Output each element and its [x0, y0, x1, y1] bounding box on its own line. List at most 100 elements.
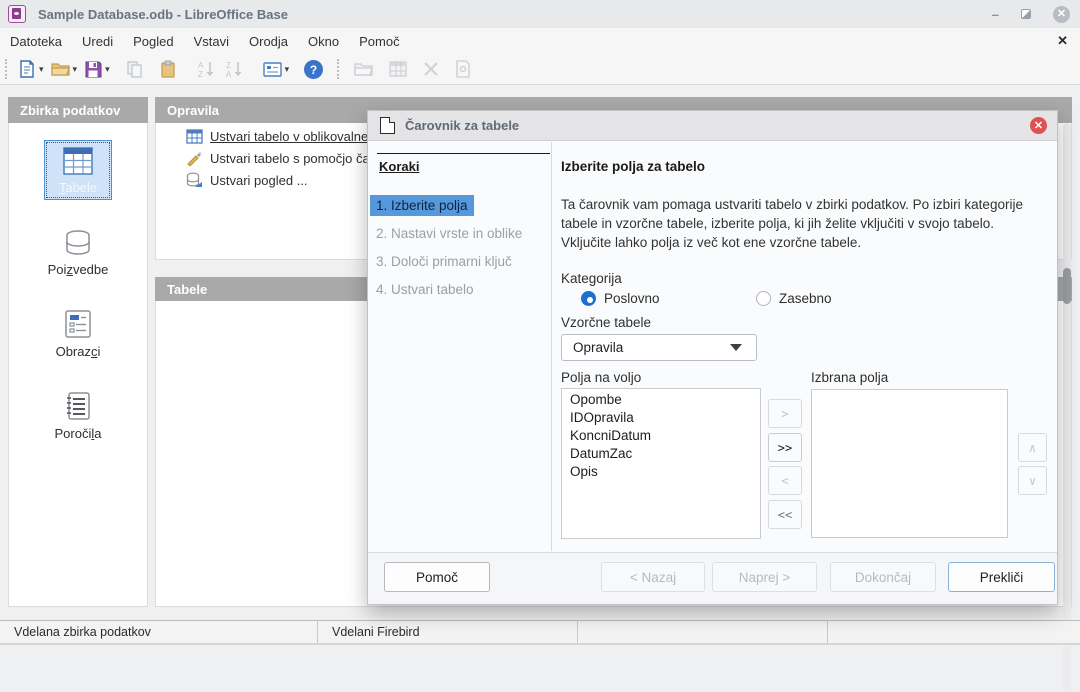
paste-icon — [158, 59, 178, 79]
menu-pogled[interactable]: Pogled — [123, 30, 183, 53]
list-item[interactable]: Opombe — [562, 389, 760, 409]
restore-icon[interactable] — [1021, 9, 1031, 19]
sample-tables-value: Opravila — [573, 340, 623, 355]
menu-datoteka[interactable]: Datoteka — [0, 30, 72, 53]
window-title: Sample Database.odb - LibreOffice Base — [38, 7, 288, 22]
copy-icon — [124, 59, 144, 79]
sort-ascending-icon: A Z — [196, 59, 218, 79]
back-button: < Nazaj — [601, 562, 705, 592]
toolbar-grip-icon[interactable] — [337, 59, 342, 79]
form-view-dropdown-arrow-icon[interactable]: ▾ — [285, 64, 290, 75]
status-database-type: Vdelana zbirka podatkov — [0, 621, 318, 643]
titlebar: Sample Database.odb - LibreOffice Base –… — [0, 0, 1080, 28]
sort-ascending-button: A Z — [193, 56, 221, 82]
sidebar-item-queries[interactable]: Poizvedbe — [9, 222, 147, 282]
save-dropdown-arrow-icon[interactable]: ▾ — [105, 64, 110, 75]
dialog-document-icon — [380, 117, 395, 134]
close-icon[interactable]: ✕ — [1053, 6, 1070, 23]
move-up-button: ∧ — [1018, 433, 1047, 462]
roadmap-separator — [377, 153, 550, 154]
form-view-icon — [262, 59, 283, 79]
svg-text:?: ? — [310, 63, 317, 77]
open-button[interactable]: ▾ — [47, 56, 81, 82]
delete-button — [419, 56, 443, 82]
remove-one-button: < — [768, 466, 802, 495]
sidebar-item-label: Obrazci — [56, 344, 101, 359]
remove-all-button[interactable]: << — [768, 500, 802, 529]
status-driver: Vdelani Firebird — [318, 621, 578, 643]
list-item[interactable]: DatumZac — [562, 445, 760, 463]
sidebar-item-reports[interactable]: Poročila — [9, 384, 147, 446]
menubar: Datoteka Uredi Pogled Vstavi Orodja Okno… — [0, 28, 1080, 54]
open-dropdown-arrow-icon[interactable]: ▾ — [73, 64, 78, 75]
sample-tables-select[interactable]: Opravila — [561, 334, 757, 361]
menu-pomoc[interactable]: Pomoč — [349, 30, 409, 53]
dialog-titlebar[interactable]: Čarovnik za tabele ✕ — [368, 111, 1057, 141]
statusbar: Vdelana zbirka podatkov Vdelani Firebird — [0, 620, 1080, 645]
tables-icon — [63, 147, 93, 175]
next-button: Naprej > — [712, 562, 817, 592]
available-fields-label: Polja na voljo — [561, 370, 641, 385]
open-database-object-button — [350, 56, 377, 82]
menu-okno[interactable]: Okno — [298, 30, 349, 53]
step-3-primary-key[interactable]: 3. Določi primarni ključ — [370, 251, 518, 272]
toolbar: ▾ ▾ ▾ — [0, 54, 1080, 85]
available-fields-list[interactable]: Opombe IDOpravila KoncniDatum DatumZac O… — [561, 388, 761, 539]
view-icon — [186, 172, 203, 188]
dialog-close-icon[interactable]: ✕ — [1030, 117, 1047, 134]
sidebar-item-label: Tabele — [59, 180, 97, 195]
steps-header: Koraki — [379, 159, 419, 174]
cancel-button[interactable]: Prekliči — [948, 562, 1055, 592]
radio-personal[interactable]: Zasebno — [756, 291, 832, 306]
add-all-button[interactable]: >> — [768, 433, 802, 462]
list-item[interactable]: IDOpravila — [562, 409, 760, 427]
step-2-set-types[interactable]: 2. Nastavi vrste in oblike — [370, 223, 528, 244]
minimize-icon[interactable]: – — [992, 8, 999, 21]
vertical-scrollbar[interactable] — [1063, 123, 1071, 692]
radio-business[interactable]: Poslovno — [581, 291, 660, 306]
sort-descending-button: Z A — [221, 56, 249, 82]
menu-vstavi[interactable]: Vstavi — [184, 30, 239, 53]
help-icon: ? — [303, 59, 324, 80]
step-4-create-table[interactable]: 4. Ustvari tabelo — [370, 279, 480, 300]
selected-fields-list[interactable] — [811, 389, 1008, 538]
form-view-button[interactable]: ▾ — [259, 56, 293, 82]
chevron-down-icon — [730, 344, 742, 351]
table-wizard-dialog: Čarovnik za tabele ✕ Koraki 1. Izberite … — [367, 110, 1058, 605]
selected-fields-label: Izbrana polja — [811, 370, 888, 385]
toolbar-grip-icon[interactable] — [5, 59, 10, 79]
sidebar-item-label: Poizvedbe — [48, 262, 109, 277]
sidebar-item-forms[interactable]: Obrazci — [9, 302, 147, 364]
finish-button: Dokončaj — [830, 562, 936, 592]
new-document-button[interactable]: ▾ — [14, 56, 47, 82]
new-document-icon — [17, 59, 37, 79]
help-button[interactable]: ? — [300, 56, 327, 82]
radio-business-icon[interactable] — [581, 291, 596, 306]
sidebar-header: Zbirka podatkov — [8, 97, 148, 123]
new-dropdown-arrow-icon[interactable]: ▾ — [39, 64, 44, 75]
save-button[interactable]: ▾ — [80, 56, 113, 82]
paste-button[interactable] — [155, 56, 181, 82]
step-1-select-fields[interactable]: 1. Izberite polja — [370, 195, 474, 216]
rename-button — [451, 56, 475, 82]
help-button-dialog[interactable]: Pomoč — [384, 562, 490, 592]
dialog-title: Čarovnik za tabele — [405, 118, 519, 133]
delete-icon — [422, 60, 440, 78]
libreoffice-base-app-icon — [8, 5, 26, 23]
list-item[interactable]: Opis — [562, 463, 760, 481]
list-item[interactable]: KoncniDatum — [562, 427, 760, 445]
status-cell-empty — [828, 621, 1080, 643]
scrollbar-thumb[interactable] — [1063, 268, 1071, 304]
menu-uredi[interactable]: Uredi — [72, 30, 123, 53]
open-database-object-icon — [353, 59, 374, 79]
close-document-icon[interactable]: ✕ — [1057, 33, 1068, 49]
table-object-button — [385, 56, 411, 82]
forms-icon — [64, 309, 92, 339]
menu-orodja[interactable]: Orodja — [239, 30, 298, 53]
sidebar-item-tables[interactable]: Tabele — [9, 140, 147, 200]
dialog-heading: Izberite polja za tabelo — [561, 159, 705, 174]
radio-personal-icon[interactable] — [756, 291, 771, 306]
svg-text:Z: Z — [226, 61, 231, 70]
sort-descending-icon: Z A — [224, 59, 246, 79]
sample-tables-label: Vzorčne tabele — [561, 315, 651, 330]
